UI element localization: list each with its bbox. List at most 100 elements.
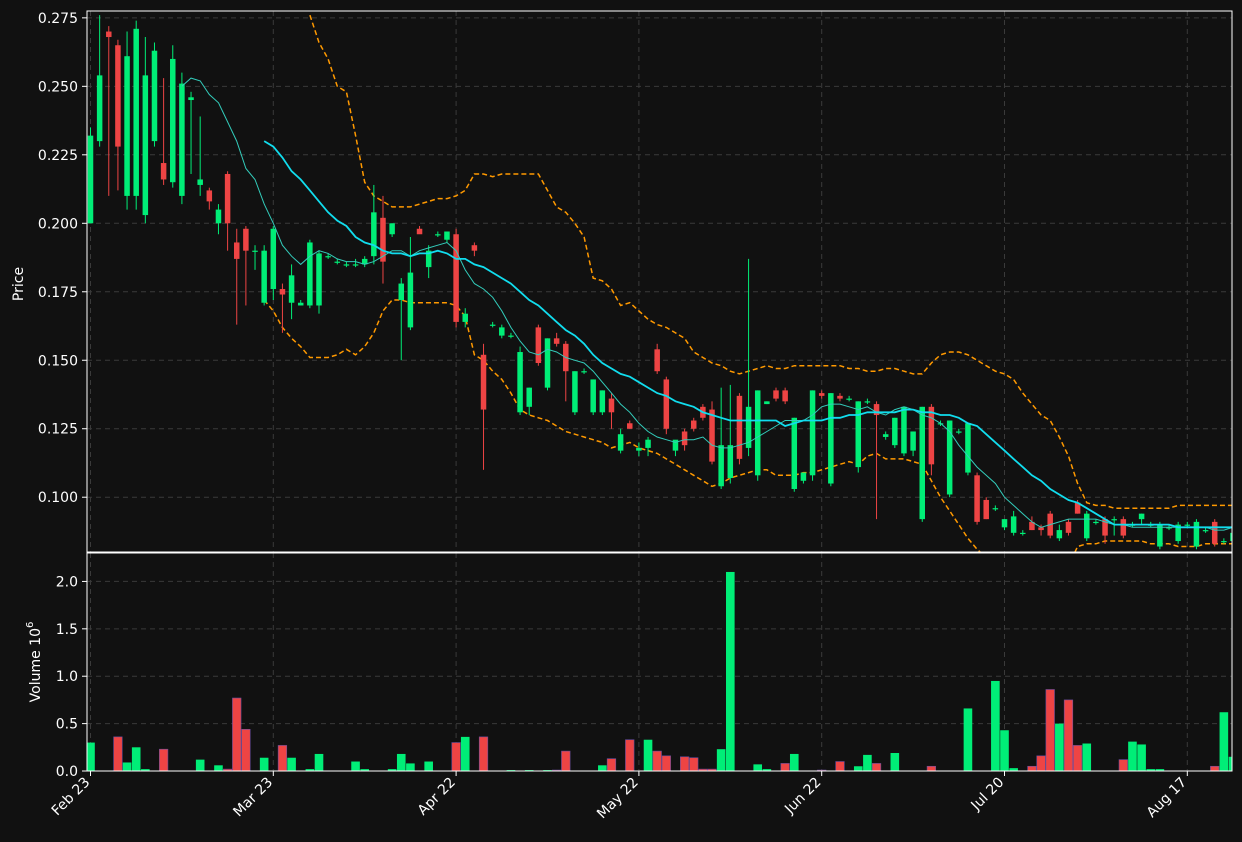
candle-up [919, 406, 925, 520]
volume-bar [478, 736, 489, 771]
volume-bar [406, 763, 415, 771]
candle-up [252, 250, 258, 252]
candle-up [398, 283, 405, 300]
candle-down [480, 354, 487, 410]
candle-up [764, 401, 770, 405]
candle-down [206, 190, 213, 202]
candle-down [1211, 521, 1218, 544]
candle-up [462, 313, 468, 322]
candle-up [371, 212, 377, 257]
candle-up [1093, 521, 1099, 524]
candle-up [297, 302, 304, 306]
candle-up [499, 327, 505, 336]
candle-up [508, 335, 514, 337]
candle-down [279, 289, 286, 295]
candle-up [133, 28, 139, 196]
volume-bar [863, 754, 872, 771]
candle-up [882, 434, 889, 437]
candle-up [261, 250, 267, 303]
candle-up [316, 253, 322, 306]
volume-bar [214, 765, 223, 771]
volume-axis-label-exponent: 6 [25, 622, 36, 628]
candle-up [526, 387, 532, 407]
candle-up [517, 352, 523, 413]
candle-up [1056, 530, 1063, 539]
candle-up [1221, 541, 1227, 543]
candle-up [965, 423, 971, 473]
volume-bar [598, 765, 607, 771]
candle-up [215, 209, 222, 224]
candle-up [1001, 519, 1008, 528]
volume-axis-label-text: Volume 10 [28, 628, 44, 702]
volume-bar [1045, 689, 1055, 771]
volume-tick-label: 2.0 [56, 574, 78, 590]
volume-bar [726, 571, 735, 771]
candle-down [115, 45, 121, 147]
volume-tick-label: 0.0 [56, 764, 78, 780]
price-tick-label: 0.225 [38, 148, 78, 164]
candle-up [1193, 521, 1200, 547]
volume-bar [661, 755, 671, 771]
volume-bar [159, 748, 169, 771]
candle-down [553, 338, 560, 344]
candle-up [846, 398, 852, 400]
candle-up [96, 75, 103, 142]
volume-bar [451, 742, 461, 771]
candle-down [736, 395, 743, 459]
candle-up [809, 390, 816, 476]
candle-up [87, 135, 94, 224]
candle-up [617, 434, 624, 451]
volume-bar [396, 753, 406, 771]
volume-bar [689, 757, 699, 771]
candle-up [754, 390, 761, 476]
volume-bar [1137, 744, 1146, 771]
candle-up [645, 439, 651, 448]
candle-up [718, 445, 724, 487]
volume-tick-label: 0.5 [56, 717, 78, 733]
candle-down [627, 423, 633, 429]
candle-up [1020, 532, 1026, 535]
candle-up [124, 56, 130, 196]
volume-bar [1210, 765, 1220, 771]
volume-axis-label: Volume 106 [25, 622, 44, 703]
volume-bar [926, 765, 936, 771]
candle-up [1084, 513, 1090, 539]
price-tick-label: 0.100 [38, 490, 78, 506]
volume-bar [561, 750, 571, 771]
volume-bar [424, 761, 433, 771]
candle-up [334, 261, 341, 263]
candle-down [224, 173, 231, 224]
candle-up [1157, 524, 1163, 547]
candle-up [343, 264, 350, 266]
candle-down [837, 395, 843, 399]
volume-bar [241, 728, 251, 771]
candle-up [590, 379, 596, 413]
price-tick-label: 0.200 [38, 216, 78, 232]
candle-up [307, 242, 313, 306]
candle-down [453, 234, 459, 322]
candle-down [160, 163, 167, 180]
volume-bar [753, 764, 763, 771]
candle-up [791, 417, 798, 489]
volume-bar [113, 736, 123, 771]
candle-up [444, 231, 450, 240]
candle-down [608, 398, 615, 413]
candle-up [489, 324, 496, 326]
candle-down [535, 327, 542, 363]
candle-down [471, 245, 478, 251]
price-tick-label: 0.275 [38, 11, 78, 27]
volume-bar [1118, 759, 1128, 771]
candle-up [892, 417, 898, 446]
candle-up [1111, 519, 1117, 521]
candle-up [1202, 530, 1209, 532]
candle-up [800, 472, 807, 481]
candle-down [243, 228, 249, 251]
volume-bar [1219, 712, 1229, 771]
candle-down [663, 379, 670, 429]
candle-up [956, 431, 962, 433]
candlestick-chart: Feb 23 Mar 23 Apr 22 May 22 Jun 22 Jul 20 Aug … [0, 0, 1242, 842]
volume-bar [853, 766, 863, 771]
candle-down [1065, 521, 1072, 533]
candle-up [599, 390, 606, 413]
candle-down [681, 431, 688, 446]
